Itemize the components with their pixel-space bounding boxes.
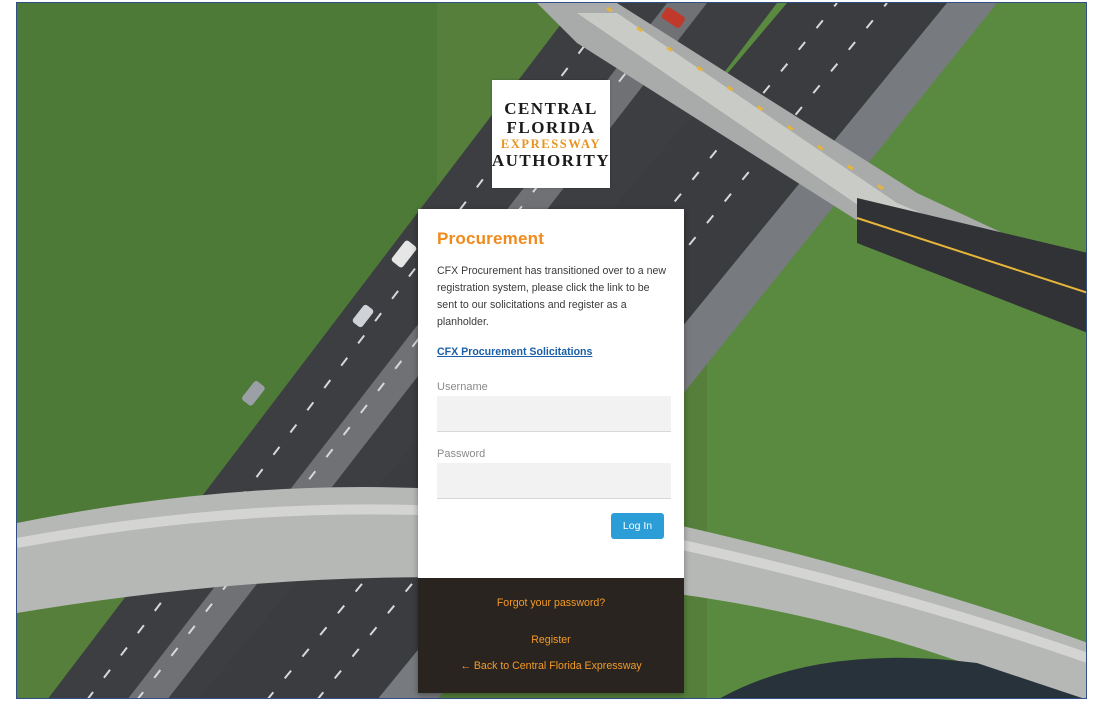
logo-line-authority: AUTHORITY — [491, 150, 611, 170]
password-label: Password — [437, 448, 486, 460]
password-input[interactable] — [437, 463, 671, 499]
username-label: Username — [437, 381, 488, 393]
username-input[interactable] — [437, 396, 671, 432]
forgot-password-link[interactable]: Forgot your password? — [418, 597, 684, 609]
logo-line-florida: FLORIDA — [506, 117, 596, 137]
login-button[interactable]: Log In — [611, 513, 664, 539]
register-link[interactable]: Register — [418, 634, 684, 646]
logo-line-central: CENTRAL — [504, 98, 598, 118]
back-to-cfx-link[interactable]: ← Back to Central Florida Expressway — [418, 660, 684, 672]
login-card-footer: Forgot your password? Register ← Back to… — [418, 578, 684, 693]
cfx-logo: CENTRAL FLORIDA EXPRESSWAY AUTHORITY — [492, 80, 610, 188]
login-card: Procurement CFX Procurement has transiti… — [418, 209, 684, 693]
card-title: Procurement — [437, 229, 545, 248]
logo-line-expressway: EXPRESSWAY — [500, 136, 602, 151]
procurement-solicitations-link[interactable]: CFX Procurement Solicitations — [437, 346, 592, 358]
card-description: CFX Procurement has transitioned over to… — [437, 265, 667, 328]
login-card-body: Procurement CFX Procurement has transiti… — [418, 209, 684, 578]
